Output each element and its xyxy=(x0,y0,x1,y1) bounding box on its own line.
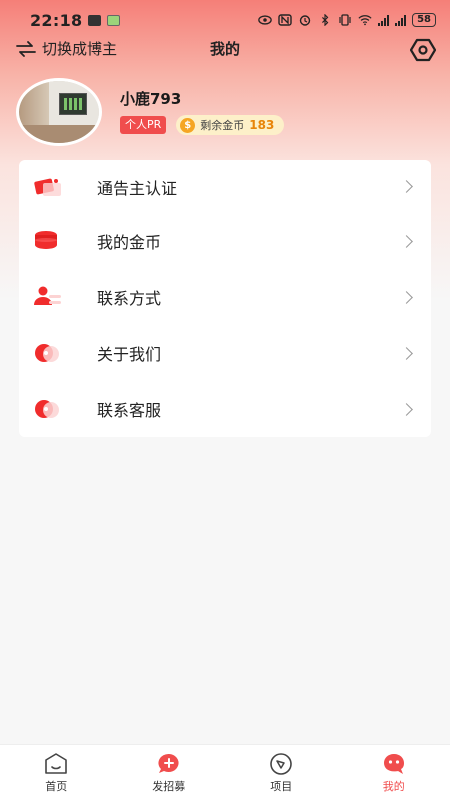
menu-card: 通告主认证 我的金币 联系方式 关于我们 联系客服 xyxy=(19,160,431,437)
nav-label-post-recruit: 发招募 xyxy=(152,779,186,793)
wifi-icon xyxy=(358,15,372,26)
chevron-right-icon xyxy=(400,346,413,360)
nav-label-project: 项目 xyxy=(270,779,293,793)
menu-item-contact[interactable]: 联系方式 xyxy=(19,269,431,325)
profile-section: 小鹿793 个人PR $ 剩余金币 183 xyxy=(16,78,285,146)
menu-label-coins: 我的金币 xyxy=(97,233,162,252)
vibrate-icon xyxy=(339,14,351,26)
menu-label-certification: 通告主认证 xyxy=(97,178,178,198)
eye-icon xyxy=(258,15,272,25)
coin-balance[interactable]: $ 剩余金币 183 xyxy=(176,115,285,135)
about-icon xyxy=(35,344,59,362)
menu-item-certification[interactable]: 通告主认证 xyxy=(19,160,431,213)
project-icon xyxy=(270,752,293,775)
service-icon xyxy=(35,400,59,418)
signal-2-icon xyxy=(395,14,407,26)
contact-icon xyxy=(34,286,61,305)
post-recruit-icon xyxy=(158,753,179,773)
coin-label: 剩余金币 xyxy=(200,119,245,132)
menu-item-coins[interactable]: 我的金币 xyxy=(19,213,431,269)
status-left: 22:18 xyxy=(30,10,121,30)
app-notification-icon xyxy=(107,14,121,26)
nav-label-profile: 我的 xyxy=(382,779,405,793)
home-icon xyxy=(45,752,68,774)
menu-label-service: 联系客服 xyxy=(97,401,162,420)
nav-tab-home[interactable]: 首页 xyxy=(0,745,113,800)
battery-indicator: 58 xyxy=(412,13,436,27)
nav-tab-profile[interactable]: 我的 xyxy=(338,745,450,800)
avatar[interactable] xyxy=(16,78,102,146)
chevron-right-icon xyxy=(400,402,413,416)
nav-label-home: 首页 xyxy=(45,779,68,793)
username: 小鹿793 xyxy=(120,90,182,108)
chevron-right-icon xyxy=(400,180,413,193)
status-right: 58 xyxy=(258,13,436,27)
profile-info: 小鹿793 个人PR $ 剩余金币 183 xyxy=(120,88,285,135)
nav-tab-post-recruit[interactable]: 发招募 xyxy=(113,745,226,800)
avatar-floor xyxy=(19,125,99,143)
role-badge: 个人PR xyxy=(120,116,167,134)
status-time: 22:18 xyxy=(30,10,83,30)
nfc-icon xyxy=(278,14,292,26)
signal-icon xyxy=(378,14,390,26)
avatar-tv xyxy=(59,93,87,115)
menu-label-contact: 联系方式 xyxy=(97,289,162,308)
chevron-right-icon xyxy=(400,290,413,304)
profile-badges: 个人PR $ 剩余金币 183 xyxy=(120,115,285,135)
status-bar: 22:18 58 xyxy=(0,0,450,40)
certification-icon xyxy=(34,178,61,196)
settings-icon[interactable] xyxy=(410,37,436,63)
coin-count: 183 xyxy=(249,118,275,132)
coins-icon xyxy=(35,231,57,249)
chevron-right-icon xyxy=(400,234,413,248)
bluetooth-icon xyxy=(322,14,329,26)
bottom-nav: 首页 发招募 项目 我的 xyxy=(0,744,450,800)
page-header: 切换成博主 我的 xyxy=(0,38,450,62)
menu-item-service[interactable]: 联系客服 xyxy=(19,381,431,437)
nav-tab-project[interactable]: 项目 xyxy=(225,745,338,800)
menu-label-about: 关于我们 xyxy=(97,345,162,364)
page-title: 我的 xyxy=(209,40,240,58)
alarm-icon xyxy=(299,15,311,26)
menu-item-about[interactable]: 关于我们 xyxy=(19,325,431,381)
mail-notification-icon xyxy=(88,14,102,26)
profile-icon xyxy=(383,753,404,774)
coin-icon: $ xyxy=(180,117,196,133)
